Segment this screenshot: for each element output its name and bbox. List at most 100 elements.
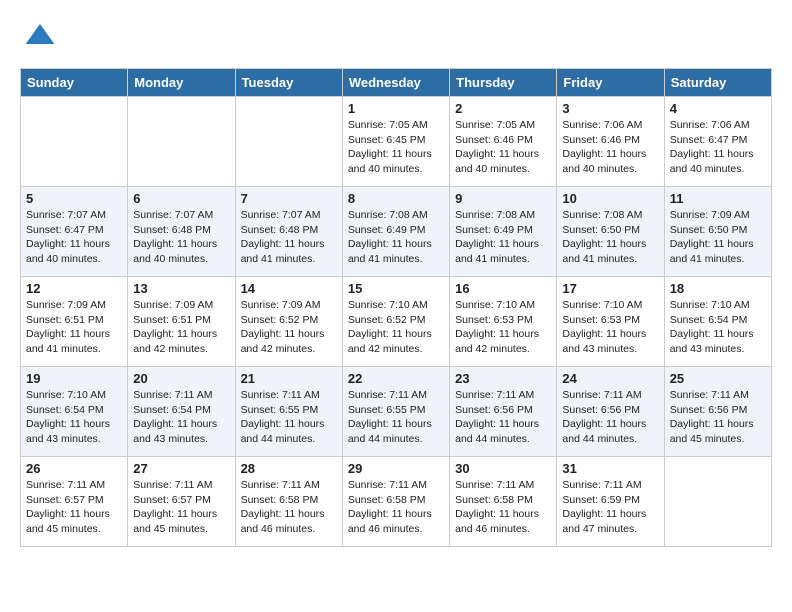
- day-info: Sunrise: 7:06 AM Sunset: 6:47 PM Dayligh…: [670, 118, 766, 177]
- day-info: Sunrise: 7:11 AM Sunset: 6:59 PM Dayligh…: [562, 478, 658, 537]
- calendar-cell: 15 Sunrise: 7:10 AM Sunset: 6:52 PM Dayli…: [342, 277, 449, 367]
- day-number: 21: [241, 371, 337, 386]
- day-number: 24: [562, 371, 658, 386]
- calendar-cell: 25Sunrise: 7:11 AM Sunset: 6:56 PM Dayli…: [664, 367, 771, 457]
- calendar-cell: 1 Sunrise: 7:05 AM Sunset: 6:45 PM Daylig…: [342, 97, 449, 187]
- calendar-cell: 24 Sunrise: 7:11 AM Sunset: 6:56 PM Dayli…: [557, 367, 664, 457]
- calendar-cell: 17 Sunrise: 7:10 AM Sunset: 6:53 PM Dayli…: [557, 277, 664, 367]
- calendar-cell: 11 Sunrise: 7:09 AM Sunset: 6:50 PM Dayli…: [664, 187, 771, 277]
- day-number: 13: [133, 281, 229, 296]
- day-number: 22: [348, 371, 444, 386]
- weekday-header-sunday: Sunday: [21, 69, 128, 97]
- logo-icon: [24, 20, 56, 52]
- day-number: 1: [348, 101, 444, 116]
- weekday-header-wednesday: Wednesday: [342, 69, 449, 97]
- calendar-week-5: 26 Sunrise: 7:11 AM Sunset: 6:57 PM Dayli…: [21, 457, 772, 547]
- weekday-header-monday: Monday: [128, 69, 235, 97]
- calendar-cell: [21, 97, 128, 187]
- day-info: Sunrise: 7:07 AM Sunset: 6:47 PM Dayligh…: [26, 208, 122, 267]
- day-info: Sunrise: 7:07 AM Sunset: 6:48 PM Dayligh…: [133, 208, 229, 267]
- calendar-cell: 31 Sunrise: 7:11 AM Sunset: 6:59 PM Dayli…: [557, 457, 664, 547]
- day-info: Sunrise: 7:09 AM Sunset: 6:50 PM Dayligh…: [670, 208, 766, 267]
- day-info: Sunrise: 7:11 AM Sunset: 6:58 PM Dayligh…: [348, 478, 444, 537]
- calendar-cell: 9 Sunrise: 7:08 AM Sunset: 6:49 PM Daylig…: [450, 187, 557, 277]
- day-number: 29: [348, 461, 444, 476]
- day-info: Sunrise: 7:10 AM Sunset: 6:54 PM Dayligh…: [670, 298, 766, 357]
- day-number: 28: [241, 461, 337, 476]
- day-number: 10: [562, 191, 658, 206]
- day-info: Sunrise: 7:09 AM Sunset: 6:51 PM Dayligh…: [133, 298, 229, 357]
- calendar-cell: 12 Sunrise: 7:09 AM Sunset: 6:51 PM Dayli…: [21, 277, 128, 367]
- day-info: Sunrise: 7:08 AM Sunset: 6:50 PM Dayligh…: [562, 208, 658, 267]
- calendar-cell: 5 Sunrise: 7:07 AM Sunset: 6:47 PM Daylig…: [21, 187, 128, 277]
- day-number: 20: [133, 371, 229, 386]
- calendar-cell: [664, 457, 771, 547]
- day-info: Sunrise: 7:10 AM Sunset: 6:53 PM Dayligh…: [562, 298, 658, 357]
- day-number: 31: [562, 461, 658, 476]
- day-info: Sunrise: 7:11 AM Sunset: 6:56 PM Dayligh…: [455, 388, 551, 447]
- calendar-cell: 28 Sunrise: 7:11 AM Sunset: 6:58 PM Dayli…: [235, 457, 342, 547]
- day-number: 26: [26, 461, 122, 476]
- weekday-header-thursday: Thursday: [450, 69, 557, 97]
- day-number: 15: [348, 281, 444, 296]
- calendar-week-2: 5 Sunrise: 7:07 AM Sunset: 6:47 PM Daylig…: [21, 187, 772, 277]
- calendar-cell: 22 Sunrise: 7:11 AM Sunset: 6:55 PM Dayli…: [342, 367, 449, 457]
- day-info: Sunrise: 7:09 AM Sunset: 6:51 PM Dayligh…: [26, 298, 122, 357]
- day-number: 30: [455, 461, 551, 476]
- day-info: Sunrise: 7:11 AM Sunset: 6:56 PM Dayligh…: [670, 388, 766, 447]
- day-info: Sunrise: 7:08 AM Sunset: 6:49 PM Dayligh…: [348, 208, 444, 267]
- calendar-cell: 30Sunrise: 7:11 AM Sunset: 6:58 PM Dayli…: [450, 457, 557, 547]
- day-number: 16: [455, 281, 551, 296]
- day-number: 12: [26, 281, 122, 296]
- calendar-cell: 23Sunrise: 7:11 AM Sunset: 6:56 PM Dayli…: [450, 367, 557, 457]
- day-info: Sunrise: 7:11 AM Sunset: 6:57 PM Dayligh…: [133, 478, 229, 537]
- day-info: Sunrise: 7:11 AM Sunset: 6:56 PM Dayligh…: [562, 388, 658, 447]
- calendar-cell: 19 Sunrise: 7:10 AM Sunset: 6:54 PM Dayli…: [21, 367, 128, 457]
- calendar-cell: 27Sunrise: 7:11 AM Sunset: 6:57 PM Dayli…: [128, 457, 235, 547]
- logo: [20, 20, 56, 52]
- day-info: Sunrise: 7:10 AM Sunset: 6:52 PM Dayligh…: [348, 298, 444, 357]
- day-info: Sunrise: 7:10 AM Sunset: 6:54 PM Dayligh…: [26, 388, 122, 447]
- calendar-cell: 18 Sunrise: 7:10 AM Sunset: 6:54 PM Dayli…: [664, 277, 771, 367]
- calendar-cell: 8 Sunrise: 7:08 AM Sunset: 6:49 PM Daylig…: [342, 187, 449, 277]
- day-info: Sunrise: 7:07 AM Sunset: 6:48 PM Dayligh…: [241, 208, 337, 267]
- day-info: Sunrise: 7:11 AM Sunset: 6:58 PM Dayligh…: [241, 478, 337, 537]
- calendar-cell: 10 Sunrise: 7:08 AM Sunset: 6:50 PM Dayli…: [557, 187, 664, 277]
- day-info: Sunrise: 7:11 AM Sunset: 6:55 PM Dayligh…: [241, 388, 337, 447]
- day-number: 2: [455, 101, 551, 116]
- calendar-cell: 14Sunrise: 7:09 AM Sunset: 6:52 PM Dayli…: [235, 277, 342, 367]
- weekday-header-tuesday: Tuesday: [235, 69, 342, 97]
- calendar-cell: 7 Sunrise: 7:07 AM Sunset: 6:48 PM Daylig…: [235, 187, 342, 277]
- day-info: Sunrise: 7:05 AM Sunset: 6:46 PM Dayligh…: [455, 118, 551, 177]
- day-number: 4: [670, 101, 766, 116]
- day-number: 3: [562, 101, 658, 116]
- day-number: 11: [670, 191, 766, 206]
- day-number: 18: [670, 281, 766, 296]
- calendar-cell: [128, 97, 235, 187]
- day-number: 7: [241, 191, 337, 206]
- calendar-week-3: 12 Sunrise: 7:09 AM Sunset: 6:51 PM Dayli…: [21, 277, 772, 367]
- day-info: Sunrise: 7:11 AM Sunset: 6:54 PM Dayligh…: [133, 388, 229, 447]
- calendar-cell: 20 Sunrise: 7:11 AM Sunset: 6:54 PM Dayli…: [128, 367, 235, 457]
- calendar-cell: 13 Sunrise: 7:09 AM Sunset: 6:51 PM Dayli…: [128, 277, 235, 367]
- day-info: Sunrise: 7:11 AM Sunset: 6:57 PM Dayligh…: [26, 478, 122, 537]
- weekday-header-saturday: Saturday: [664, 69, 771, 97]
- day-number: 19: [26, 371, 122, 386]
- day-number: 17: [562, 281, 658, 296]
- calendar-cell: 21 Sunrise: 7:11 AM Sunset: 6:55 PM Dayli…: [235, 367, 342, 457]
- day-number: 9: [455, 191, 551, 206]
- calendar-table: SundayMondayTuesdayWednesdayThursdayFrid…: [20, 68, 772, 547]
- day-number: 6: [133, 191, 229, 206]
- calendar-cell: [235, 97, 342, 187]
- day-info: Sunrise: 7:11 AM Sunset: 6:55 PM Dayligh…: [348, 388, 444, 447]
- day-number: 14: [241, 281, 337, 296]
- day-number: 8: [348, 191, 444, 206]
- day-info: Sunrise: 7:08 AM Sunset: 6:49 PM Dayligh…: [455, 208, 551, 267]
- calendar-week-4: 19 Sunrise: 7:10 AM Sunset: 6:54 PM Dayli…: [21, 367, 772, 457]
- weekday-header-friday: Friday: [557, 69, 664, 97]
- calendar-cell: 3Sunrise: 7:06 AM Sunset: 6:46 PM Daylig…: [557, 97, 664, 187]
- day-info: Sunrise: 7:05 AM Sunset: 6:45 PM Dayligh…: [348, 118, 444, 177]
- day-number: 5: [26, 191, 122, 206]
- calendar-cell: 26 Sunrise: 7:11 AM Sunset: 6:57 PM Dayli…: [21, 457, 128, 547]
- calendar-cell: 29 Sunrise: 7:11 AM Sunset: 6:58 PM Dayli…: [342, 457, 449, 547]
